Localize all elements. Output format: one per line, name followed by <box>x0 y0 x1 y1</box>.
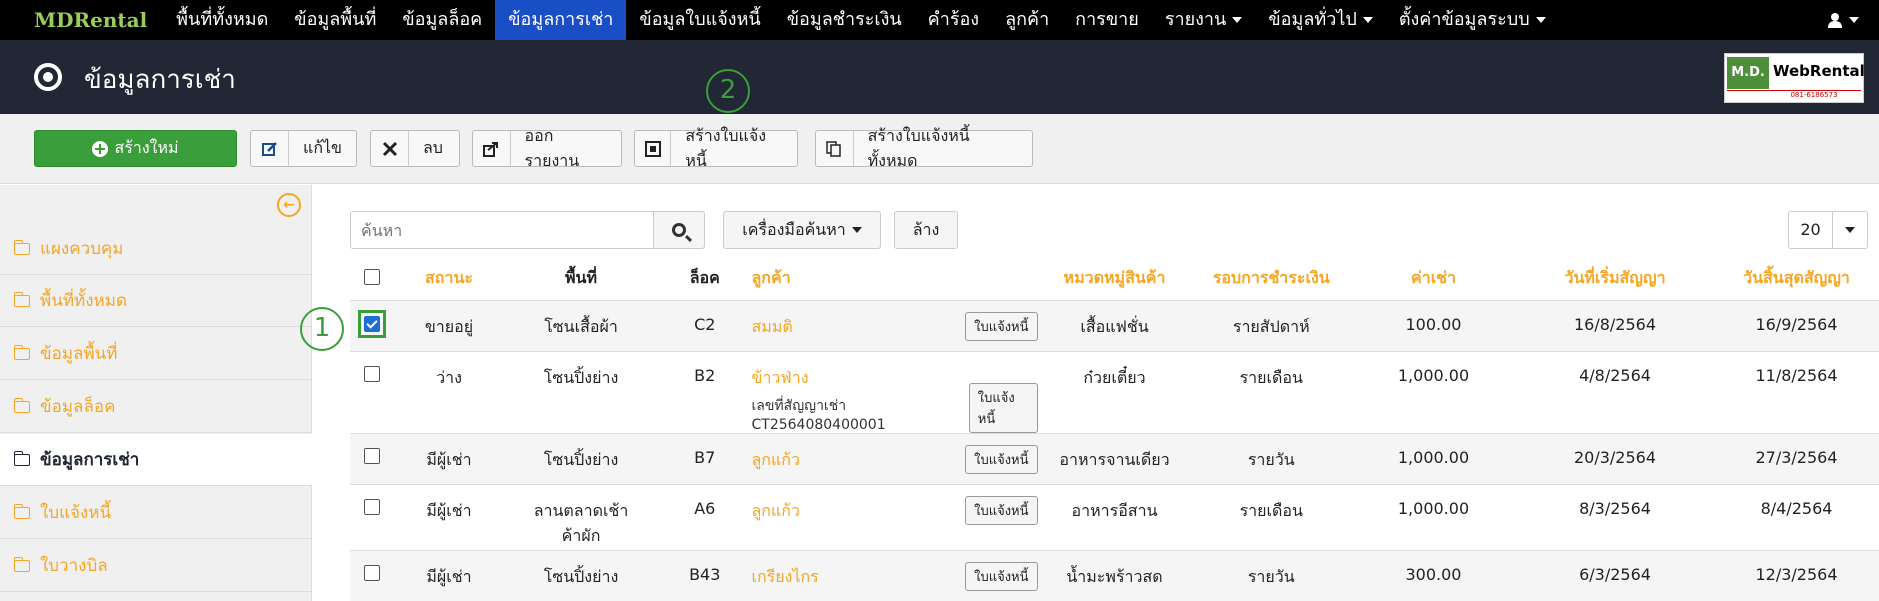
nav-payment-info[interactable]: ข้อมูลชำระเงิน <box>774 0 915 40</box>
table-row[interactable]: มีผู้เช่า โซนปิ้งย่าง B43 เกรียงไกร ใบแจ… <box>350 549 1879 601</box>
sidebar-item-lock-info[interactable]: ข้อมูลล็อค <box>0 381 312 433</box>
caret-down-icon <box>1362 17 1373 23</box>
rental-table: สถานะ พื้นที่ ล็อค ลูกค้า หมวดหมู่สินค้า… <box>350 258 1879 601</box>
invoice-button[interactable]: ใบแจ้งหนี้ <box>968 382 1038 433</box>
clear-button[interactable]: ล้าง <box>894 211 958 249</box>
edit-button[interactable]: แก้ไข <box>250 130 357 167</box>
folder-icon <box>13 397 30 413</box>
share-icon <box>473 131 511 166</box>
nav-customers[interactable]: ลูกค้า <box>992 0 1062 40</box>
target-icon <box>34 63 62 91</box>
search-tools-dropdown[interactable]: เครื่องมือค้นหา <box>723 211 881 249</box>
row-checkbox[interactable] <box>364 365 380 382</box>
nav-sales[interactable]: การขาย <box>1062 0 1152 40</box>
nav-lock-info[interactable]: ข้อมูลล็อค <box>389 0 495 40</box>
table-row[interactable]: ว่าง โซนปิ้งย่าง B2 ข้าวฟ่าง เลขที่สัญญา… <box>350 350 1879 433</box>
select-all-checkbox[interactable] <box>364 268 380 285</box>
annotation-marker-2: 2 <box>706 69 750 113</box>
brand-logo[interactable]: MDRental <box>0 0 163 40</box>
page-header: ข้อมูลการเช่า <box>0 40 1879 114</box>
col-status[interactable]: สถานะ <box>394 258 504 300</box>
invoice-button[interactable]: ใบแจ้งหนี้ <box>965 444 1038 474</box>
contract-number: เลขที่สัญญาเช่า CT2564080400001 <box>751 397 886 433</box>
search-icon <box>672 223 686 237</box>
table-row[interactable]: มีผู้เช่า โซนปิ้งย่าง B7 ลูกแก้ว ใบแจ้งห… <box>350 432 1879 484</box>
nav-reports[interactable]: รายงาน <box>1152 0 1256 40</box>
invoice-button[interactable]: ใบแจ้งหนี้ <box>965 495 1038 525</box>
folder-icon <box>13 239 30 255</box>
edit-icon <box>251 131 289 166</box>
create-invoice-button[interactable]: สร้างใบแจ้งหนี้ <box>634 126 798 170</box>
row-checkbox[interactable] <box>364 447 380 464</box>
folder-icon <box>13 556 30 572</box>
stop-square-icon <box>635 131 672 166</box>
close-icon <box>371 131 409 166</box>
top-navbar: MDRental พื้นที่ทั้งหมด ข้อมูลพื้นที่ ข้… <box>0 0 1879 40</box>
row-checkbox[interactable] <box>364 498 380 515</box>
caret-down-icon <box>851 227 862 233</box>
folder-icon <box>13 291 30 307</box>
page-size-select[interactable]: 20 <box>1788 211 1868 249</box>
col-start-date[interactable]: วันที่เริ่มสัญญา <box>1516 258 1714 300</box>
folder-icon <box>13 503 30 519</box>
delete-button[interactable]: ลบ <box>370 130 460 167</box>
copy-icon <box>816 131 854 166</box>
sidebar-item-rental-info[interactable]: ข้อมูลการเช่า <box>0 434 312 486</box>
annotation-marker-1: 1 <box>300 307 344 351</box>
col-area: พื้นที่ <box>564 268 598 288</box>
folder-icon <box>13 450 30 466</box>
row-checkbox[interactable] <box>364 315 380 332</box>
table-row[interactable]: ขายอยู่ โซนเสื้อผ้า C2 สมมติ ใบแจ้งหนี้ … <box>350 299 1879 351</box>
table-row[interactable]: มีผู้เช่า ลานตลาดเช้า ค้าผัก A6 ลูกแก้ว … <box>350 483 1879 550</box>
sidebar-item-dashboard[interactable]: แผงควบคุม <box>0 223 312 275</box>
row-checkbox-highlight <box>358 309 386 338</box>
sidebar: ← แผงควบคุม พื้นที่ทั้งหมด ข้อมูลพื้นที่… <box>0 185 312 601</box>
invoice-button[interactable]: ใบแจ้งหนี้ <box>965 561 1038 591</box>
webrental-logo: M.D. WebRental 081-6186573 <box>1724 53 1865 103</box>
caret-down-icon <box>1845 227 1855 233</box>
customer-link[interactable]: ลูกแก้ว <box>752 499 800 524</box>
customer-link[interactable]: เกรียงไกร <box>752 565 819 590</box>
row-checkbox[interactable] <box>364 564 380 581</box>
nav-area-info[interactable]: ข้อมูลพื้นที่ <box>281 0 389 40</box>
col-end-date[interactable]: วันสิ้นสุดสัญญา <box>1714 258 1879 300</box>
search-button[interactable] <box>653 211 705 249</box>
nav-rental-info[interactable]: ข้อมูลการเช่า <box>495 0 627 40</box>
sidebar-item-billing[interactable]: ใบวางบิล <box>0 540 312 592</box>
caret-down-icon <box>1535 17 1546 23</box>
user-icon <box>1828 13 1842 28</box>
create-button[interactable]: สร้างใหม่ <box>34 130 237 167</box>
folder-icon <box>13 344 30 360</box>
customer-link[interactable]: ลูกแก้ว <box>752 448 800 473</box>
col-lock: ล็อค <box>689 268 720 288</box>
col-rent[interactable]: ค่าเช่า <box>1351 258 1516 300</box>
create-all-invoices-button[interactable]: สร้างใบแจ้งหนี้ทั้งหมด <box>815 126 1033 170</box>
toolbar: สร้างใหม่ แก้ไข ลบ ออกรายงาน สร้างใบแจ้ง… <box>0 114 1879 184</box>
nav-system-settings[interactable]: ตั้งค่าข้อมูลระบบ <box>1386 0 1559 40</box>
caret-down-icon <box>1849 17 1859 23</box>
nav-requests[interactable]: คำร้อง <box>915 0 992 40</box>
col-category[interactable]: หมวดหมู่สินค้า <box>1038 258 1192 300</box>
sidebar-item-invoices[interactable]: ใบแจ้งหนี้ <box>0 487 312 539</box>
export-report-button[interactable]: ออกรายงาน <box>472 126 622 170</box>
user-menu[interactable] <box>1827 0 1859 40</box>
customer-link[interactable]: สมมติ <box>752 315 793 340</box>
col-payment-cycle[interactable]: รอบการชำระเงิน <box>1192 258 1352 300</box>
page-title: ข้อมูลการเช่า <box>84 65 236 95</box>
arrow-left-circle-icon[interactable]: ← <box>277 193 301 217</box>
search-input[interactable] <box>350 211 655 249</box>
nav-general-info[interactable]: ข้อมูลทั่วไป <box>1255 0 1385 40</box>
customer-link[interactable]: ข้าวฟ่าง <box>752 366 969 391</box>
sidebar-item-all-areas[interactable]: พื้นที่ทั้งหมด <box>0 275 312 327</box>
col-customer[interactable]: ลูกค้า <box>752 258 1038 300</box>
sidebar-item-area-info[interactable]: ข้อมูลพื้นที่ <box>0 328 312 380</box>
nav-all-areas[interactable]: พื้นที่ทั้งหมด <box>163 0 281 40</box>
table-header-row: สถานะ พื้นที่ ล็อค ลูกค้า หมวดหมู่สินค้า… <box>350 258 1879 300</box>
select-all-cell <box>350 258 394 300</box>
nav-invoice-info[interactable]: ข้อมูลใบแจ้งหนี้ <box>626 0 773 40</box>
caret-down-icon <box>1232 17 1243 23</box>
invoice-button[interactable]: ใบแจ้งหนี้ <box>965 311 1038 341</box>
plus-circle-icon <box>92 140 109 157</box>
